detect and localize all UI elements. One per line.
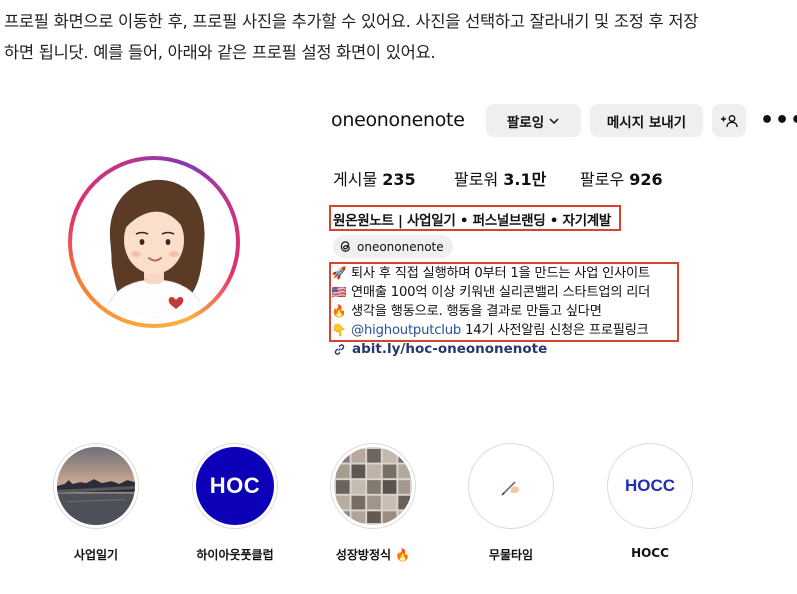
intro-text: 프로필 화면으로 이동한 후, 프로필 사진을 추가할 수 있어요. 사진을 선… [4,6,794,68]
stat-following-value: 926 [629,170,663,189]
chevron-down-icon [548,115,560,127]
highlight-label: HOCC [631,546,669,560]
stat-followers-value: 3.1만 [503,170,547,189]
suggest-people-button[interactable] [712,104,746,137]
highlight-cover-collage [334,447,412,525]
bio-display-name: 원온원노트 | 사업일기 • 퍼스널브랜딩 • 자기계발 [333,213,611,229]
pointing-down-icon: 👇 [331,323,347,337]
external-link[interactable]: abit.ly/hoc-oneononenote [333,341,547,357]
story-highlight-4[interactable]: 무물타임 [461,443,561,563]
mention-link[interactable]: @highoutputclub [351,323,461,338]
stat-following[interactable]: 팔로우 926 [580,166,663,190]
avatar-illustration [78,166,230,318]
send-message-button[interactable]: 메시지 보내기 [590,104,703,137]
fire-icon: 🔥 [331,304,347,318]
bio-text: 🚀 퇴사 후 직접 실행하며 0부터 1을 만드는 사업 인사이트 🇺🇸 연매출… [331,264,651,340]
highlight-label: 하이아웃풋클럽 [196,548,274,562]
highlight-label: 사업일기 [73,548,119,562]
writing-hand-icon [472,447,550,525]
intro-line-2: 하면 됩니닷. 예를 들어, 아래와 같은 프로필 설정 화면이 있어요. [4,43,436,62]
bio-line-1: 🚀 퇴사 후 직접 실행하며 0부터 1을 만드는 사업 인사이트 [331,264,650,283]
stat-followers[interactable]: 팔로워 3.1만 [454,166,546,190]
bio-line-text: 연매출 100억 이상 키워낸 실리콘밸리 스타트업의 리더 [351,285,651,300]
link-text: abit.ly/hoc-oneononenote [352,341,548,357]
threads-icon [339,240,352,253]
more-options-icon[interactable]: ••• [760,110,797,132]
intro-line-1: 프로필 화면으로 이동한 후, 프로필 사진을 추가할 수 있어요. 사진을 선… [4,12,699,31]
highlight-cover-hocc: HOCC [611,447,689,525]
highlight-cover-hoc: HOC [196,447,274,525]
threads-handle: oneononenote [357,239,444,254]
bio-line-text: 생각을 행동으로. 행동을 결과로 만들고 싶다면 [351,304,602,319]
highlight-label: 성장방정식 🔥 [335,548,411,562]
profile-username: oneononenote [331,109,465,131]
bio-line-text: 14기 사전알림 신청은 프로필링크 [461,323,649,338]
following-button[interactable]: 팔로잉 [486,104,581,137]
story-highlight-1[interactable]: 사업일기 [46,443,146,563]
bio-line-3: 🔥 생각을 행동으로. 행동을 결과로 만들고 싶다면 [331,302,650,321]
threads-badge[interactable]: oneononenote [333,235,453,258]
stat-following-label: 팔로우 [580,170,625,189]
story-highlight-3[interactable]: 성장방정식 🔥 [323,443,423,563]
profile-avatar[interactable] [68,156,240,328]
link-icon [333,343,346,356]
highlight-label: 무물타임 [488,548,534,562]
bio-line-text: 퇴사 후 직접 실행하며 0부터 1을 만드는 사업 인사이트 [351,266,650,281]
bio-line-2: 🇺🇸 연매출 100억 이상 키워낸 실리콘밸리 스타트업의 리더 [331,283,651,302]
stat-posts-value: 235 [382,170,416,189]
stat-posts-label: 게시물 [333,170,378,189]
bio-line-4: 👇 @highoutputclub 14기 사전알림 신청은 프로필링크 [331,321,650,340]
highlight-cover-city [57,447,135,525]
us-flag-icon: 🇺🇸 [331,285,347,299]
stat-posts: 게시물 235 [333,166,416,190]
story-highlight-2[interactable]: HOC 하이아웃풋클럽 [185,443,285,563]
following-button-label: 팔로잉 [506,114,545,131]
stat-followers-label: 팔로워 [454,170,499,189]
add-person-icon [720,114,738,128]
story-highlight-5[interactable]: HOCC HOCC [600,443,700,560]
rocket-icon: 🚀 [331,266,347,280]
